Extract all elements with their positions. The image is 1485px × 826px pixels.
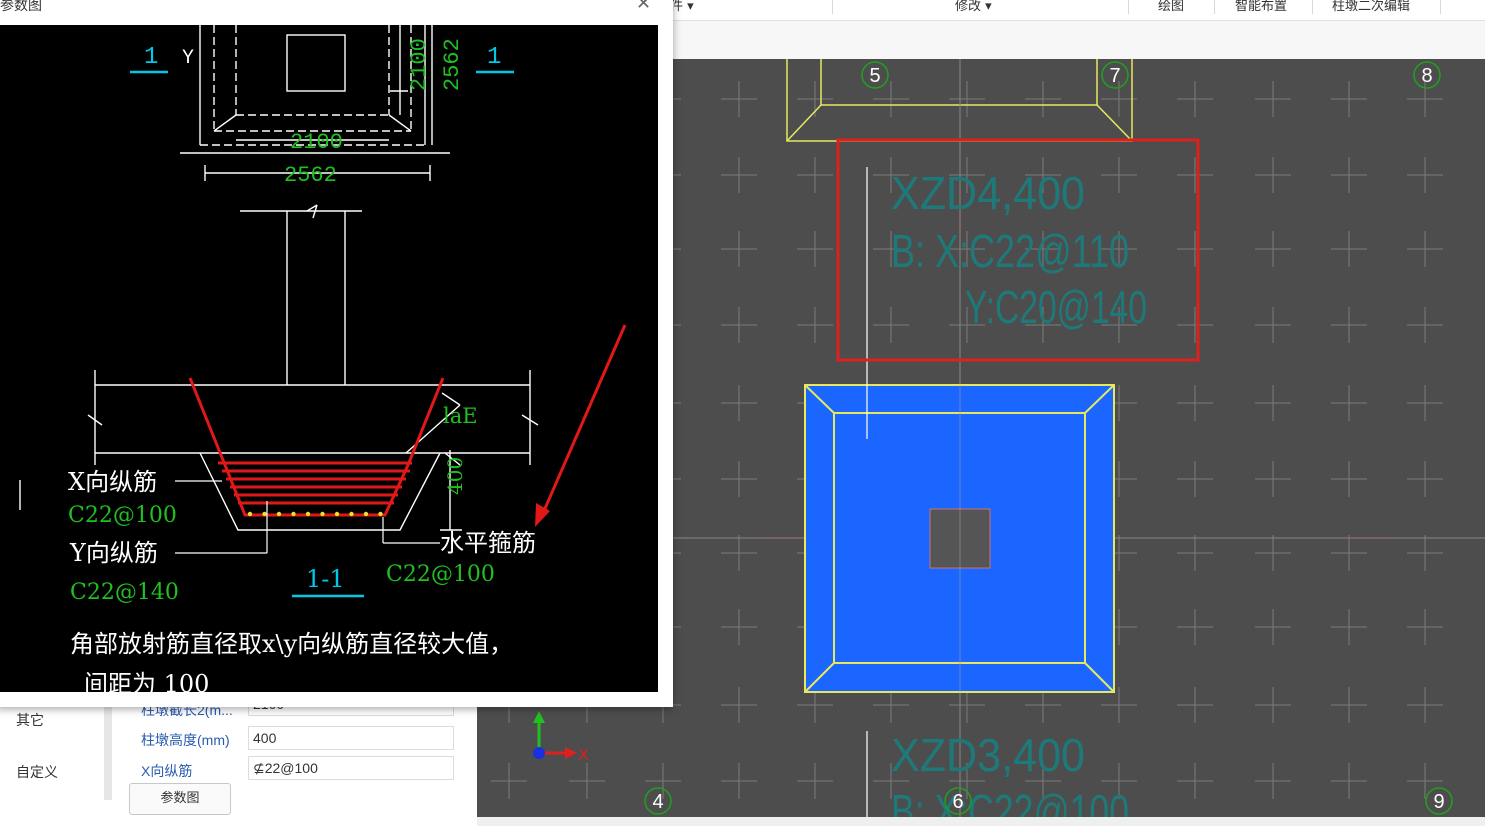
grid-label-5: 5 (869, 65, 880, 87)
rebar-dot (320, 511, 325, 517)
pier-footing-selected[interactable] (804, 384, 1115, 693)
note-line-2: 间距为 100 (84, 670, 209, 692)
section-mark-left: 1 (144, 44, 158, 71)
red-pointer-arrow (535, 324, 627, 527)
pier-label-2-line1: XZD3,400 (891, 729, 1085, 781)
ucs-axis-icon: X (533, 711, 589, 764)
toolbar-separator (1312, 0, 1313, 14)
section-name: 1-1 (306, 565, 345, 593)
annotation-leaders (175, 480, 440, 554)
prop-label-height: 柱墩高度(mm) (141, 732, 230, 748)
y-rebar-label: Y向纵筋 (69, 539, 158, 567)
rebar-dot (262, 511, 267, 517)
grid-label-4: 4 (652, 791, 663, 813)
toolbar-smart-layout[interactable]: 智能布置 (1235, 0, 1287, 14)
pier-label-2-line2: B: X:C22@100 (891, 785, 1129, 817)
toolbar-separator (1128, 0, 1129, 14)
toolbar-separator (1214, 0, 1215, 14)
panel-splitter[interactable] (104, 700, 112, 800)
y-rebar-value: C22@140 (70, 580, 179, 605)
rebar-dot (363, 511, 369, 517)
note-line-1: 角部放射筋直径取x\y向纵筋直径较大值， (70, 630, 513, 658)
pier-label-1-line3: Y:C20@140 (965, 281, 1147, 333)
status-strip (477, 817, 1485, 826)
x-rebar-value: C22@100 (68, 503, 177, 528)
prop-value-x-rebar[interactable]: ⊈22@100 (248, 756, 454, 780)
parameter-drawing: 2100 2562 2100 2562 1 Y 1 laE 400 X向纵筋 C… (0, 25, 658, 692)
hoop-label: 水平箍筋 (440, 529, 536, 557)
toolbar-menu-partial[interactable]: 件 ▾ (670, 0, 694, 14)
dialog-title: 参数图 (0, 0, 42, 13)
toolbar-modify-menu[interactable]: 修改 ▾ (955, 0, 992, 14)
dim-outer-vertical: 2562 (440, 38, 465, 91)
section-mark-right: 1 (487, 44, 501, 71)
dim-height: 400 (443, 457, 467, 495)
hoop-value: C22@100 (386, 562, 495, 587)
toolbar-separator (1440, 0, 1441, 14)
prop-value-height[interactable]: 400 (248, 726, 454, 750)
dim-outer-horizontal: 2562 (284, 163, 337, 188)
rebar-dot (349, 511, 354, 517)
grid-label-6: 6 (952, 791, 963, 813)
pier-label-1[interactable]: XZD4,400 B: X:C22@110 Y:C20@140 (891, 167, 1147, 333)
parameter-diagram-dialog: 参数图 ✕ 2100 2562 2100 2562 1 Y 1 laE 400 … (0, 0, 673, 707)
property-panel: 其它 自定义 柱墩截长2(m... 2100 柱墩高度(mm) 400 X向纵筋… (0, 692, 477, 826)
toolbar-pier-secondary-edit[interactable]: 柱墩二次编辑 (1332, 0, 1410, 14)
rebar-dot (334, 511, 340, 517)
section-annotations: laE 400 X向纵筋 C22@100 Y向纵筋 C22@140 水平箍筋 C… (68, 404, 536, 692)
lae-label: laE (443, 404, 478, 428)
x-rebar-label: X向纵筋 (68, 468, 157, 496)
pier-label-1-line2: B: X:C22@110 (891, 225, 1129, 277)
rebar-dot (291, 511, 296, 517)
close-icon[interactable]: ✕ (636, 0, 651, 14)
parameter-diagram-button[interactable]: 参数图 (129, 783, 231, 815)
axis-y-label: Y (182, 47, 194, 70)
rebar-dot (378, 511, 383, 517)
grid-label-9: 9 (1433, 791, 1444, 813)
rebar-dot (305, 511, 311, 517)
prop-label-x-rebar: X向纵筋 (141, 763, 193, 779)
dim-inner-horizontal: 2100 (290, 130, 343, 155)
plan-dimensions: 2100 2562 2100 2562 (284, 38, 465, 188)
pier-label-2[interactable]: XZD3,400 B: X:C22@100 (891, 729, 1129, 817)
grid-label-7: 7 (1109, 65, 1120, 87)
pier-label-1-line1: XZD4,400 (891, 167, 1085, 219)
rebar-dot (276, 511, 282, 517)
axis-x-label: X (578, 747, 589, 764)
rebar-dot (247, 511, 253, 517)
parameter-drawing-graphics: 2100 2562 2100 2562 1 Y 1 laE 400 X向纵筋 C… (19, 25, 627, 692)
dim-inner-vertical: 2100 (407, 38, 432, 91)
category-other[interactable]: 其它 (16, 710, 44, 730)
category-custom[interactable]: 自定义 (16, 762, 58, 782)
grid-label-8: 8 (1421, 65, 1432, 87)
toolbar-separator (832, 0, 833, 14)
rebar-lines (188, 377, 445, 517)
toolbar-draw[interactable]: 绘图 (1158, 0, 1184, 14)
